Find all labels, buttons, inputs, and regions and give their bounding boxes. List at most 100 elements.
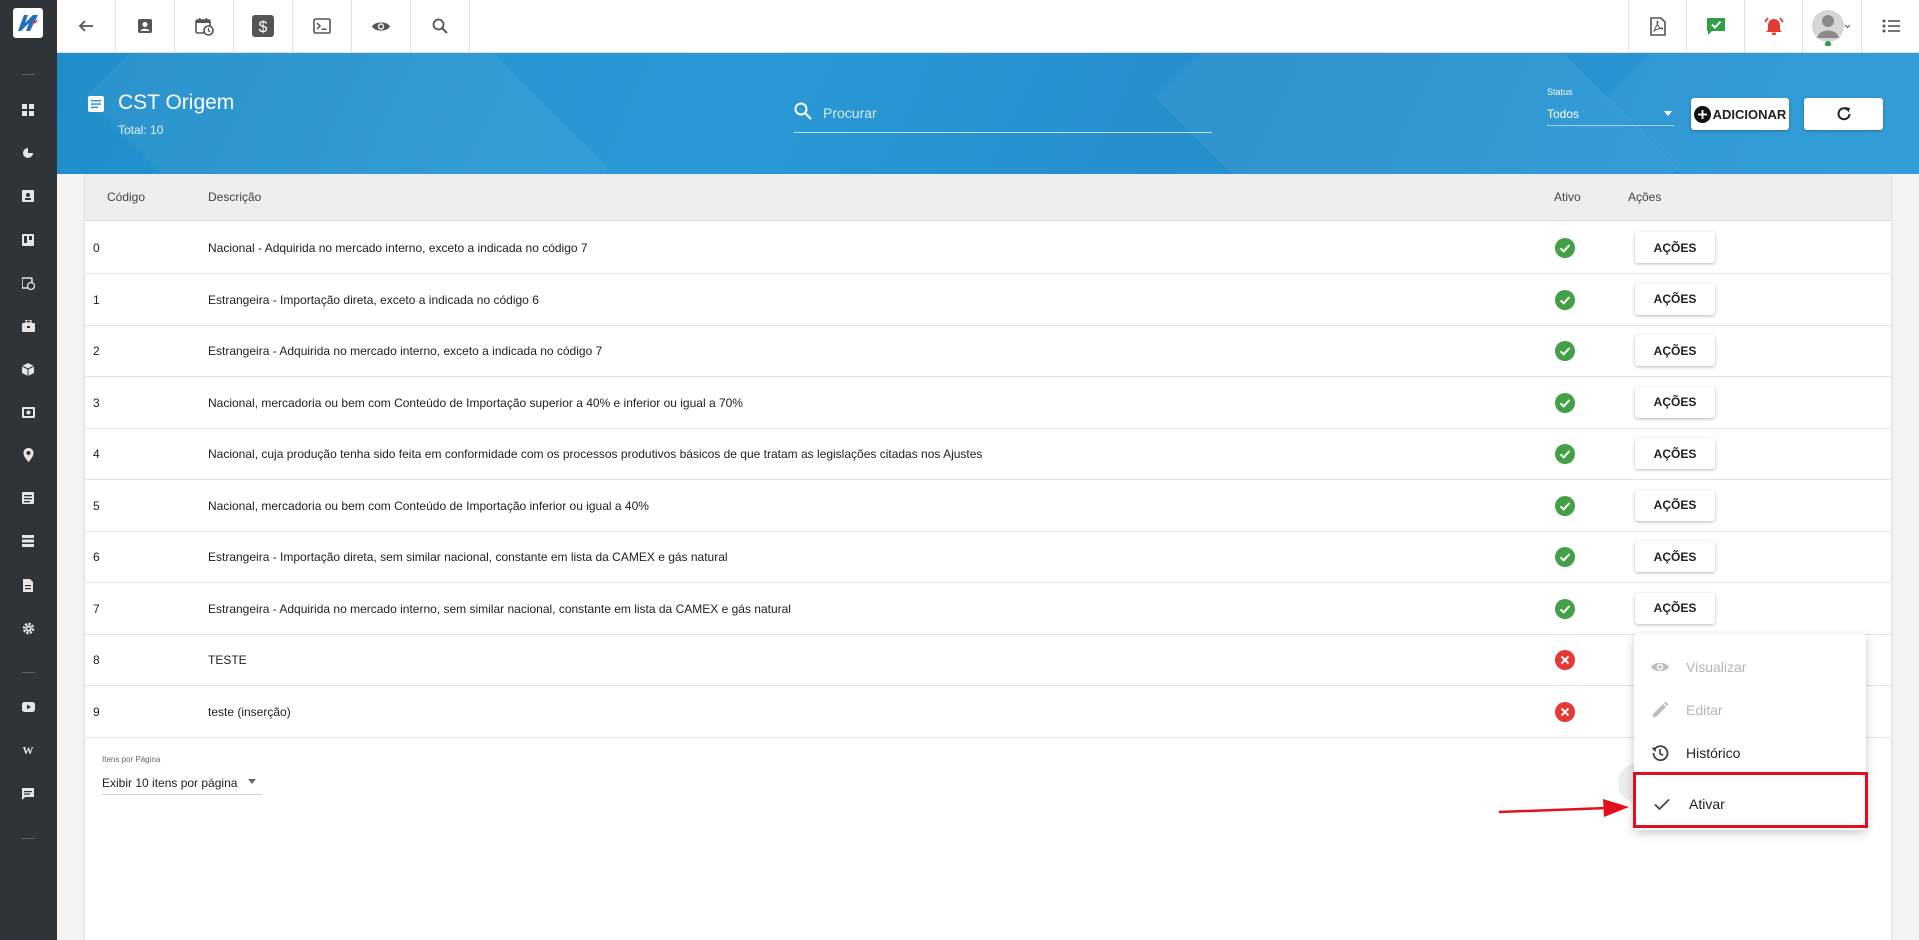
- table-row[interactable]: 5 Nacional, mercadoria ou bem com Conteúd…: [85, 480, 1891, 532]
- refresh-button[interactable]: [1804, 98, 1883, 130]
- search-input[interactable]: [821, 101, 1201, 125]
- inactive-x-icon: [1555, 701, 1575, 722]
- table-card: Código Descrição Ativo Ações 0 Nacional -…: [85, 175, 1891, 940]
- table-row[interactable]: 7 Estrangeira - Adquirida no mercado inte…: [85, 583, 1891, 635]
- menu-item-label: Histórico: [1686, 744, 1741, 761]
- pdf-icon[interactable]: [1629, 0, 1686, 52]
- app-logo[interactable]: [13, 8, 43, 38]
- page-title: CST Origem: [118, 91, 235, 114]
- search-icon[interactable]: [411, 0, 469, 52]
- list-icon[interactable]: [20, 490, 36, 506]
- active-check-icon: [1555, 444, 1575, 464]
- actions-button[interactable]: AÇÕES: [1635, 489, 1715, 521]
- dashboard-icon[interactable]: [20, 102, 36, 118]
- calendar-clock-icon[interactable]: [20, 275, 36, 291]
- active-check-icon: [1555, 598, 1575, 619]
- actions-button[interactable]: AÇÕES: [1635, 335, 1715, 366]
- column-header-active: Ativo: [1554, 190, 1581, 204]
- cell-description: teste (inserção): [208, 704, 291, 719]
- actions-button[interactable]: AÇÕES: [1635, 283, 1715, 315]
- top-toolbar: $: [57, 0, 1919, 53]
- terminal-icon[interactable]: [293, 0, 351, 52]
- column-header-description: Descrição: [208, 190, 262, 204]
- calendar-clock-icon[interactable]: [175, 0, 233, 52]
- table-row[interactable]: 8 TESTE: [85, 634, 1891, 686]
- wiki-icon[interactable]: W: [20, 743, 36, 759]
- briefcase-icon[interactable]: [20, 318, 36, 334]
- pie-chart-icon[interactable]: [20, 145, 36, 161]
- cube-icon[interactable]: [20, 361, 36, 377]
- actions-button[interactable]: AÇÕES: [1635, 386, 1715, 418]
- chevron-down-icon: [1664, 111, 1672, 116]
- table-row[interactable]: 0 Nacional - Adquirida no mercado interno…: [85, 222, 1891, 274]
- pencil-icon: [1653, 701, 1669, 717]
- location-icon[interactable]: [20, 447, 36, 463]
- alarm-icon[interactable]: [1745, 0, 1802, 52]
- column-header-actions: Ações: [1628, 190, 1662, 204]
- menu-item-editar[interactable]: Editar: [1634, 688, 1866, 731]
- actions-button[interactable]: AÇÕES: [1635, 232, 1715, 263]
- items-per-page-select[interactable]: Exibir 10 itens por página: [102, 771, 262, 795]
- cell-description: Nacional, mercadoria ou bem com Conteúdo…: [208, 395, 743, 410]
- task-check-icon[interactable]: [1687, 0, 1744, 52]
- chat-icon[interactable]: [20, 786, 36, 802]
- table-header: Código Descrição Ativo Ações: [85, 175, 1891, 221]
- add-button[interactable]: ADICIONAR: [1691, 98, 1789, 130]
- menu-list-icon[interactable]: [1862, 0, 1919, 52]
- cell-code: 3: [93, 395, 100, 410]
- table-row[interactable]: 9 teste (inserção): [85, 686, 1891, 738]
- menu-item-label: Visualizar: [1686, 658, 1747, 675]
- history-icon: [1651, 745, 1669, 762]
- contact-card-icon[interactable]: [116, 0, 174, 52]
- logo-icon: [18, 15, 38, 31]
- sidebar-divider: [22, 74, 35, 75]
- total-count: Total: 10: [118, 123, 164, 137]
- page-header: CST Origem Total: 10 Status Todos ADICIO…: [57, 53, 1919, 174]
- menu-item-historico[interactable]: Histórico: [1634, 731, 1866, 774]
- search-field: [794, 97, 1212, 133]
- active-check-icon: [1555, 495, 1575, 516]
- active-check-icon: [1555, 392, 1575, 413]
- server-icon[interactable]: [20, 533, 36, 549]
- document-icon[interactable]: [20, 577, 36, 593]
- table-row[interactable]: 4 Nacional, cuja produção tenha sido feit…: [85, 428, 1891, 480]
- cell-code: 6: [93, 550, 100, 564]
- active-check-icon: [1555, 238, 1575, 258]
- active-check-icon: [1555, 341, 1575, 361]
- dollar-icon[interactable]: $: [234, 0, 292, 52]
- actions-button[interactable]: AÇÕES: [1635, 541, 1715, 572]
- items-per-page-value: Exibir 10 itens por página: [102, 775, 238, 790]
- cell-code: 0: [93, 241, 100, 255]
- toolbar-divider: [469, 0, 470, 52]
- cell-description: Estrangeira - Adquirida no mercado inter…: [208, 601, 791, 616]
- money-icon[interactable]: [20, 404, 36, 420]
- list-document-icon: [88, 96, 104, 112]
- youtube-icon[interactable]: [20, 699, 36, 715]
- eye-icon: [1651, 662, 1669, 672]
- status-filter-select[interactable]: Todos: [1547, 102, 1674, 126]
- board-icon[interactable]: [20, 232, 36, 248]
- refresh-icon: [1837, 107, 1850, 121]
- gear-icon[interactable]: [20, 620, 36, 636]
- contact-icon[interactable]: [20, 188, 36, 204]
- add-button-label: ADICIONAR: [1712, 106, 1787, 122]
- menu-item-visualizar[interactable]: Visualizar: [1634, 645, 1866, 688]
- cell-description: Nacional, cuja produção tenha sido feita…: [208, 447, 983, 461]
- inactive-x-icon: [1555, 650, 1575, 670]
- cell-description: Nacional - Adquirida no mercado interno,…: [208, 241, 588, 255]
- cell-code: 5: [93, 498, 100, 513]
- avatar[interactable]: [1803, 0, 1861, 52]
- back-arrow-icon[interactable]: [57, 0, 115, 52]
- table-row[interactable]: 6 Estrangeira - Importação direta, sem si…: [85, 531, 1891, 583]
- table-row[interactable]: 1 Estrangeira - Importação direta, exceto…: [85, 274, 1891, 326]
- cell-description: Estrangeira - Adquirida no mercado inter…: [208, 344, 603, 358]
- svg-text:$: $: [259, 19, 268, 36]
- items-per-page-label: Itens por Página: [102, 755, 161, 764]
- actions-button[interactable]: AÇÕES: [1635, 438, 1715, 469]
- table-row[interactable]: 2 Estrangeira - Adquirida no mercado inte…: [85, 325, 1891, 377]
- actions-button[interactable]: AÇÕES: [1635, 592, 1715, 624]
- cell-description: Estrangeira - Importação direta, sem sim…: [208, 550, 728, 564]
- eye-icon[interactable]: [352, 0, 410, 52]
- table-row[interactable]: 3 Nacional, mercadoria ou bem com Conteúd…: [85, 377, 1891, 429]
- cell-description: Estrangeira - Importação direta, exceto …: [208, 292, 539, 307]
